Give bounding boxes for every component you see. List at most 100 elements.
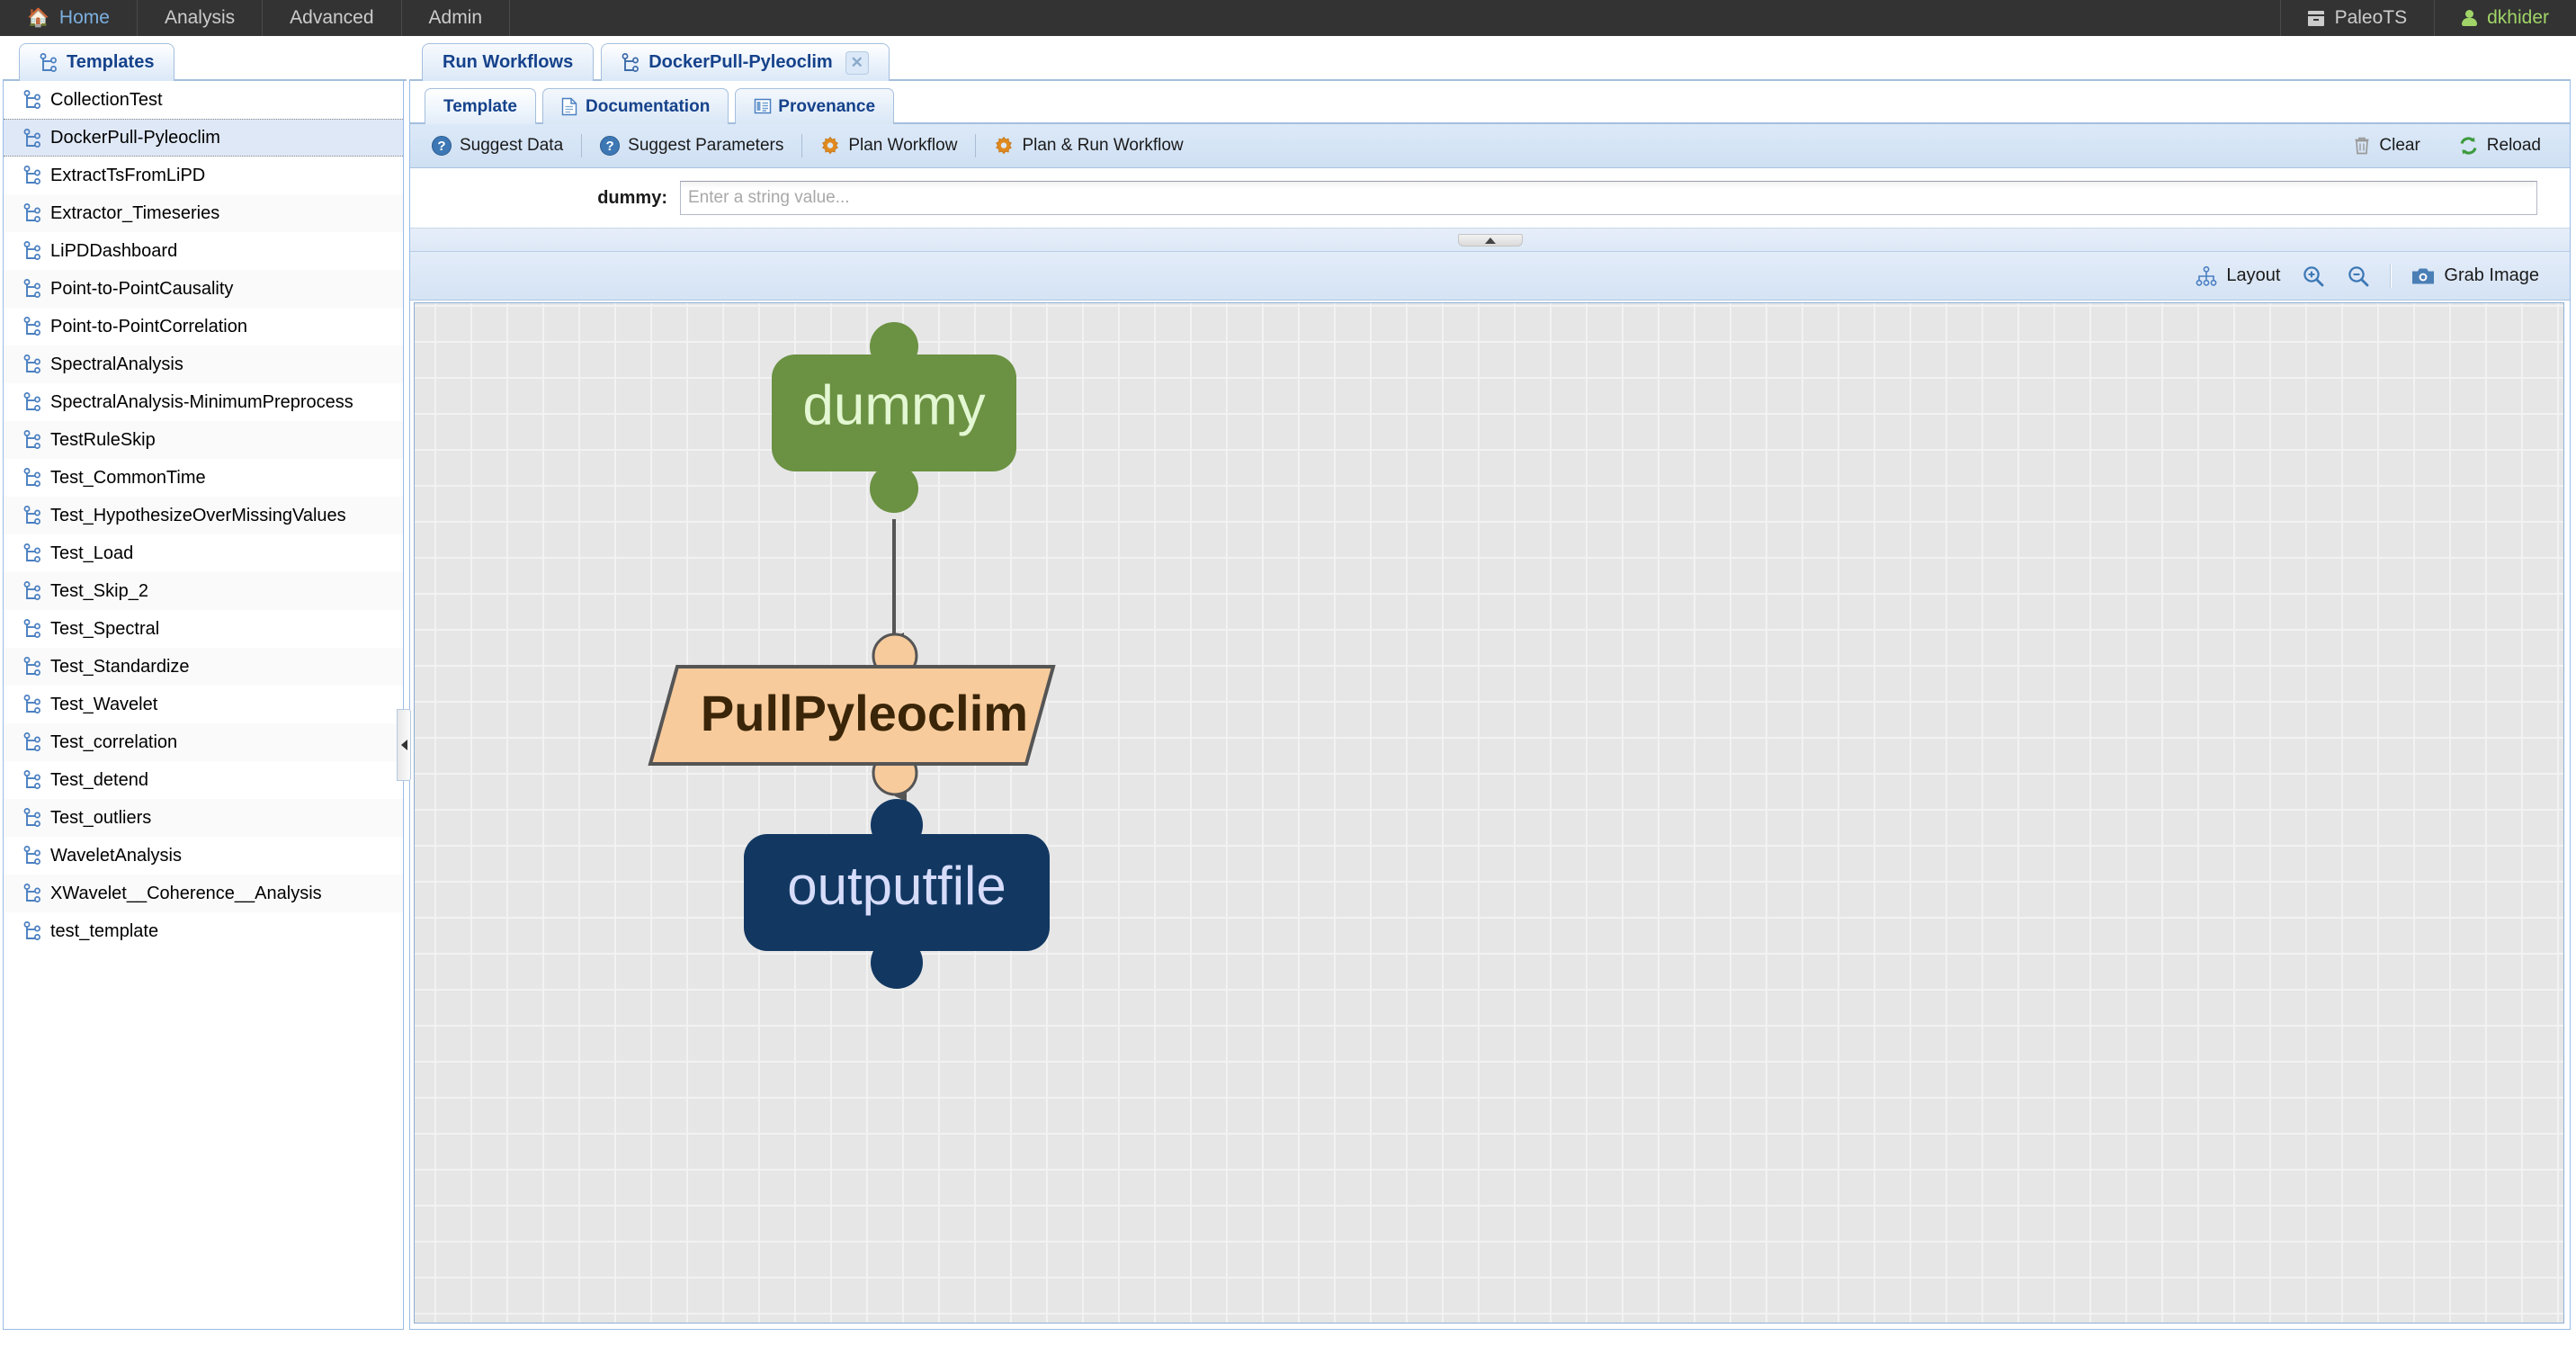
list-item[interactable]: Point-to-PointCausality [4, 270, 403, 308]
grab-image-label: Grab Image [2444, 265, 2539, 285]
graph-node-outputfile-label: outputfile [787, 856, 1006, 916]
list-item[interactable]: Test_Load [4, 534, 403, 572]
workflow-icon [23, 695, 41, 714]
splitter-collapse-handle[interactable] [1457, 234, 1523, 247]
sidebar-collapse-handle[interactable] [397, 709, 411, 781]
tab-template[interactable]: Template [425, 88, 537, 124]
list-item[interactable]: test_template [4, 912, 403, 950]
nav-item-home[interactable]: 🏠 Home [0, 0, 138, 36]
clear-button[interactable]: Clear [2340, 129, 2432, 163]
list-item-label: Extractor_Timeseries [50, 202, 220, 223]
list-item-label: CollectionTest [50, 89, 163, 110]
list-item[interactable]: ExtractTsFromLiPD [4, 157, 403, 194]
sidebar-tab-templates[interactable]: Templates [19, 43, 175, 81]
suggest-data-button[interactable]: ? Suggest Data [419, 129, 576, 163]
list-item-label: ExtractTsFromLiPD [50, 165, 206, 185]
archive-box-icon [2307, 10, 2324, 26]
workflow-toolbar: ? Suggest Data ? Suggest Parameters Plan… [410, 124, 2570, 168]
list-item[interactable]: Test_Wavelet [4, 686, 403, 723]
plan-and-run-workflow-button[interactable]: Plan & Run Workflow [981, 129, 1195, 163]
workflow-icon [23, 921, 41, 941]
list-item[interactable]: WaveletAnalysis [4, 837, 403, 875]
nav-item-analysis[interactable]: Analysis [138, 0, 264, 36]
list-item[interactable]: XWavelet__Coherence__Analysis [4, 875, 403, 912]
question-icon: ? [600, 136, 621, 156]
reload-button[interactable]: Reload [2446, 129, 2554, 163]
list-item[interactable]: Extractor_Timeseries [4, 194, 403, 232]
list-item[interactable]: Point-to-PointCorrelation [4, 308, 403, 345]
graph-toolbar: Layout Grab Image [410, 252, 2570, 301]
suggest-parameters-label: Suggest Parameters [628, 136, 784, 155]
list-item[interactable]: SpectralAnalysis-MinimumPreprocess [4, 383, 403, 421]
zoom-out-button[interactable] [2336, 258, 2381, 294]
question-icon: ? [432, 136, 452, 156]
workflow-canvas[interactable]: dummy PullPyleoclim outputfile [414, 302, 2564, 1324]
list-icon [754, 97, 772, 116]
plan-workflow-button[interactable]: Plan Workflow [808, 129, 970, 163]
graph-canvas-wrapper: dummy PullPyleoclim outputfile [410, 301, 2570, 1329]
workflow-icon [23, 732, 41, 752]
document-icon [561, 97, 577, 116]
tab-provenance[interactable]: Provenance [735, 88, 895, 124]
nav-item-admin[interactable]: Admin [402, 0, 511, 36]
nav-item-analysis-label: Analysis [164, 7, 236, 28]
close-icon[interactable]: ✕ [845, 50, 869, 75]
zoom-in-button[interactable] [2291, 258, 2336, 294]
panel-splitter[interactable] [410, 229, 2570, 252]
gear-icon [994, 136, 1014, 156]
tab-run-workflows[interactable]: Run Workflows [422, 43, 595, 81]
nav-item-project[interactable]: PaleoTS [2279, 0, 2435, 36]
tab-provenance-label: Provenance [778, 96, 876, 116]
list-item[interactable]: CollectionTest [4, 81, 403, 119]
tab-dockerpull-pyleoclim[interactable]: DockerPull-Pyleoclim ✕ [601, 43, 890, 81]
top-navbar: 🏠 Home Analysis Advanced Admin PaleoTS d… [0, 0, 2576, 36]
list-item[interactable]: LiPDDashboard [4, 232, 403, 270]
list-item[interactable]: Test_detend [4, 761, 403, 799]
list-item[interactable]: Test_correlation [4, 723, 403, 761]
list-item-label: Test_Wavelet [50, 694, 158, 714]
layout-icon [2196, 265, 2217, 286]
param-dummy-input[interactable] [680, 181, 2537, 215]
workflow-icon [23, 279, 41, 299]
layout-button[interactable]: Layout [2185, 258, 2291, 294]
list-item[interactable]: Test_outliers [4, 799, 403, 837]
graph-node-dummy[interactable]: dummy [772, 322, 1016, 513]
suggest-parameters-button[interactable]: ? Suggest Parameters [587, 129, 796, 163]
graph-node-pullpyleoclim-label: PullPyleoclim [701, 685, 1028, 741]
graph-node-pullpyleoclim[interactable]: PullPyleoclim [648, 633, 1056, 796]
user-name-label: dkhider [2487, 7, 2549, 28]
chevron-left-icon [400, 740, 407, 750]
toolbar-separator [581, 134, 583, 157]
list-item[interactable]: Test_Skip_2 [4, 572, 403, 610]
grab-image-button[interactable]: Grab Image [2401, 258, 2550, 294]
tab-documentation[interactable]: Documentation [542, 88, 729, 124]
workflow-icon [23, 581, 41, 601]
templates-list[interactable]: CollectionTest DockerPull-Pyleoclim Extrac… [4, 81, 403, 950]
list-item[interactable]: SpectralAnalysis [4, 345, 403, 383]
list-item-label: Test_outliers [50, 807, 152, 828]
list-item-label: Point-to-PointCorrelation [50, 316, 247, 336]
sidebar-tabstrip: Templates [3, 36, 407, 81]
workflow-icon [23, 846, 41, 866]
graph-node-outputfile[interactable]: outputfile [744, 799, 1050, 989]
list-item[interactable]: Test_Spectral [4, 610, 403, 648]
graph-node-dummy-label: dummy [802, 374, 985, 436]
sub-tabstrip: Template Documentation Provenance [410, 81, 2570, 124]
toolbar-separator [975, 134, 977, 157]
nav-item-user[interactable]: dkhider [2434, 0, 2576, 36]
workflow-icon [23, 129, 41, 148]
nav-item-advanced[interactable]: Advanced [263, 0, 402, 36]
clear-label: Clear [2379, 136, 2420, 155]
workflow-icon [23, 90, 41, 110]
reload-label: Reload [2486, 136, 2541, 155]
list-item[interactable]: Test_CommonTime [4, 459, 403, 497]
list-item[interactable]: Test_Standardize [4, 648, 403, 686]
list-item-label: TestRuleSkip [50, 429, 156, 450]
workflow-icon [23, 884, 41, 903]
list-item[interactable]: DockerPull-Pyleoclim [4, 119, 403, 157]
list-item[interactable]: Test_HypothesizeOverMissingValues [4, 497, 403, 534]
list-item-label: test_template [50, 920, 159, 941]
plan-workflow-label: Plan Workflow [848, 136, 958, 155]
list-item[interactable]: TestRuleSkip [4, 421, 403, 459]
workflow-icon [23, 657, 41, 677]
